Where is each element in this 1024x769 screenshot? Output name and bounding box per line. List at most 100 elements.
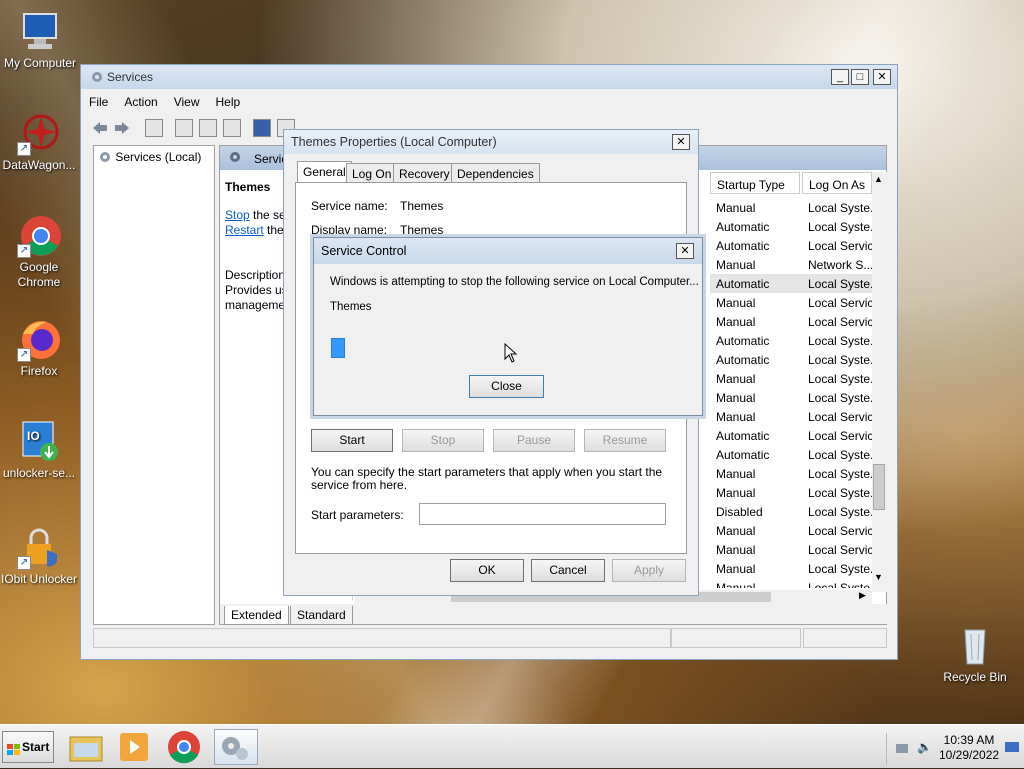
dialog-title: Themes Properties (Local Computer): [291, 135, 497, 149]
log-on-as-cell: Local Syste...: [808, 562, 874, 576]
menu-help[interactable]: Help: [208, 91, 249, 109]
datawagon-icon: ↗: [17, 112, 61, 156]
properties-icon[interactable]: [175, 119, 193, 137]
desktop-icon-unlocker-setup[interactable]: IO unlocker-se...: [0, 420, 79, 481]
start-button[interactable]: Start: [2, 731, 54, 763]
scroll-up-icon[interactable]: ▲: [874, 174, 883, 184]
table-row[interactable]: Manual Local Syste...: [710, 464, 874, 483]
computer-icon: [18, 10, 62, 54]
volume-icon[interactable]: 🔈: [917, 740, 932, 754]
services-title-bar[interactable]: Services _ □ ✕: [81, 65, 897, 89]
desktop-icon-recycle-bin[interactable]: Recycle Bin: [935, 624, 1015, 685]
table-row[interactable]: Manual Local Syste...: [710, 369, 874, 388]
column-header-log-on-as[interactable]: Log On As: [802, 172, 872, 194]
desktop-icon-iobit-unlocker[interactable]: ↗ IObit Unlocker: [0, 526, 79, 587]
start-parameters-input[interactable]: [419, 503, 666, 525]
startup-type-cell: Manual: [716, 201, 756, 215]
recycle-bin-icon: [953, 624, 997, 668]
maximize-button[interactable]: □: [851, 69, 869, 85]
chrome-icon[interactable]: [166, 729, 202, 765]
desktop-icon-datawagon[interactable]: ↗ DataWagon...: [0, 112, 79, 173]
log-on-as-cell: Local Syste...: [808, 505, 874, 519]
menu-action[interactable]: Action: [116, 91, 165, 109]
mouse-cursor-icon: [504, 342, 518, 366]
vertical-scrollbar[interactable]: ▲ ▼: [872, 172, 887, 592]
stop-service-link[interactable]: Stop: [225, 208, 250, 222]
back-icon[interactable]: [91, 119, 109, 137]
table-row[interactable]: Manual Local Syste...: [710, 559, 874, 578]
file-explorer-icon[interactable]: [68, 729, 104, 765]
close-button[interactable]: ✕: [676, 243, 694, 259]
minimize-button[interactable]: _: [831, 69, 849, 85]
scroll-down-icon[interactable]: ▼: [874, 572, 883, 582]
startup-type-cell: Automatic: [716, 277, 770, 291]
desktop-icon-google-chrome[interactable]: ↗ Google Chrome: [0, 214, 79, 290]
clock[interactable]: 10:39 AM 10/29/2022: [939, 733, 999, 763]
ok-button[interactable]: OK: [450, 559, 524, 582]
startup-type-cell: Automatic: [716, 220, 770, 234]
table-row[interactable]: Manual Local Syste...: [710, 198, 874, 217]
log-on-as-cell: Local Syste...: [808, 201, 874, 215]
apply-button[interactable]: Apply: [612, 559, 686, 582]
gear-icon: [98, 152, 112, 167]
tab-log-on[interactable]: Log On: [346, 163, 398, 183]
export-list-icon[interactable]: [223, 119, 241, 137]
tab-general[interactable]: General: [297, 161, 352, 183]
scroll-right-icon[interactable]: ▶: [859, 590, 866, 601]
stop-button[interactable]: Stop: [402, 429, 484, 452]
table-row[interactable]: Manual Network S...: [710, 255, 874, 274]
cancel-button[interactable]: Cancel: [531, 559, 605, 582]
table-row[interactable]: Manual Local Servic: [710, 293, 874, 312]
table-row[interactable]: Manual Local Servic: [710, 312, 874, 331]
column-header-startup-type[interactable]: Startup Type: [710, 172, 800, 194]
table-row[interactable]: Automatic Local Syste...: [710, 274, 874, 293]
table-row[interactable]: Manual Local Syste...: [710, 578, 874, 588]
properties-title-bar[interactable]: Themes Properties (Local Computer) ✕: [284, 130, 698, 154]
desktop-icon-firefox[interactable]: ↗ Firefox: [0, 318, 79, 379]
tab-recovery[interactable]: Recovery: [393, 163, 456, 183]
table-row[interactable]: Automatic Local Syste...: [710, 331, 874, 350]
table-row[interactable]: Automatic Local Servic: [710, 426, 874, 445]
close-dialog-button[interactable]: Close: [469, 375, 544, 398]
help-icon[interactable]: [253, 119, 271, 137]
table-row[interactable]: Manual Local Syste...: [710, 483, 874, 502]
table-row[interactable]: Automatic Local Syste...: [710, 217, 874, 236]
menu-file[interactable]: File: [81, 91, 116, 109]
menu-view[interactable]: View: [166, 91, 208, 109]
table-row[interactable]: Manual Local Servic: [710, 540, 874, 559]
tree-item-label: Services (Local): [115, 150, 202, 164]
table-row[interactable]: Automatic Local Servic: [710, 236, 874, 255]
network-icon[interactable]: [895, 742, 909, 759]
start-button[interactable]: Start: [311, 429, 393, 452]
service-name-value: Themes: [400, 199, 444, 213]
close-button[interactable]: ✕: [873, 69, 891, 85]
resume-button[interactable]: Resume: [584, 429, 666, 452]
restart-service-link[interactable]: Restart: [225, 223, 264, 237]
show-desktop-icon[interactable]: [1005, 742, 1019, 757]
system-tray: 🔈 10:39 AM 10/29/2022: [886, 733, 1020, 765]
table-row[interactable]: Disabled Local Syste...: [710, 502, 874, 521]
tab-dependencies[interactable]: Dependencies: [451, 163, 540, 183]
services-taskbar-button[interactable]: [214, 729, 258, 765]
table-row[interactable]: Automatic Local Syste...: [710, 445, 874, 464]
table-row[interactable]: Automatic Local Syste...: [710, 350, 874, 369]
media-player-icon[interactable]: [116, 729, 152, 765]
tree-item-services-local[interactable]: Services (Local): [98, 150, 201, 167]
pause-button[interactable]: Pause: [493, 429, 575, 452]
desktop-icon-label: Firefox: [20, 364, 58, 378]
forward-icon[interactable]: [113, 119, 131, 137]
svg-text:IO: IO: [27, 429, 40, 443]
table-row[interactable]: Manual Local Syste...: [710, 388, 874, 407]
scrollbar-thumb[interactable]: [873, 464, 885, 510]
close-button[interactable]: ✕: [672, 134, 690, 150]
tab-standard[interactable]: Standard: [290, 606, 353, 625]
tab-extended[interactable]: Extended: [224, 606, 289, 625]
table-row[interactable]: Manual Local Servic: [710, 407, 874, 426]
desktop-icon-my-computer[interactable]: My Computer: [0, 10, 80, 71]
show-hide-console-tree-icon[interactable]: [145, 119, 163, 137]
refresh-icon[interactable]: [199, 119, 217, 137]
table-row[interactable]: Manual Local Servic: [710, 521, 874, 540]
service-name-label: Service name:: [311, 199, 388, 213]
log-on-as-cell: Local Servic: [808, 239, 874, 253]
service-control-title-bar[interactable]: Service Control ✕: [314, 238, 702, 264]
